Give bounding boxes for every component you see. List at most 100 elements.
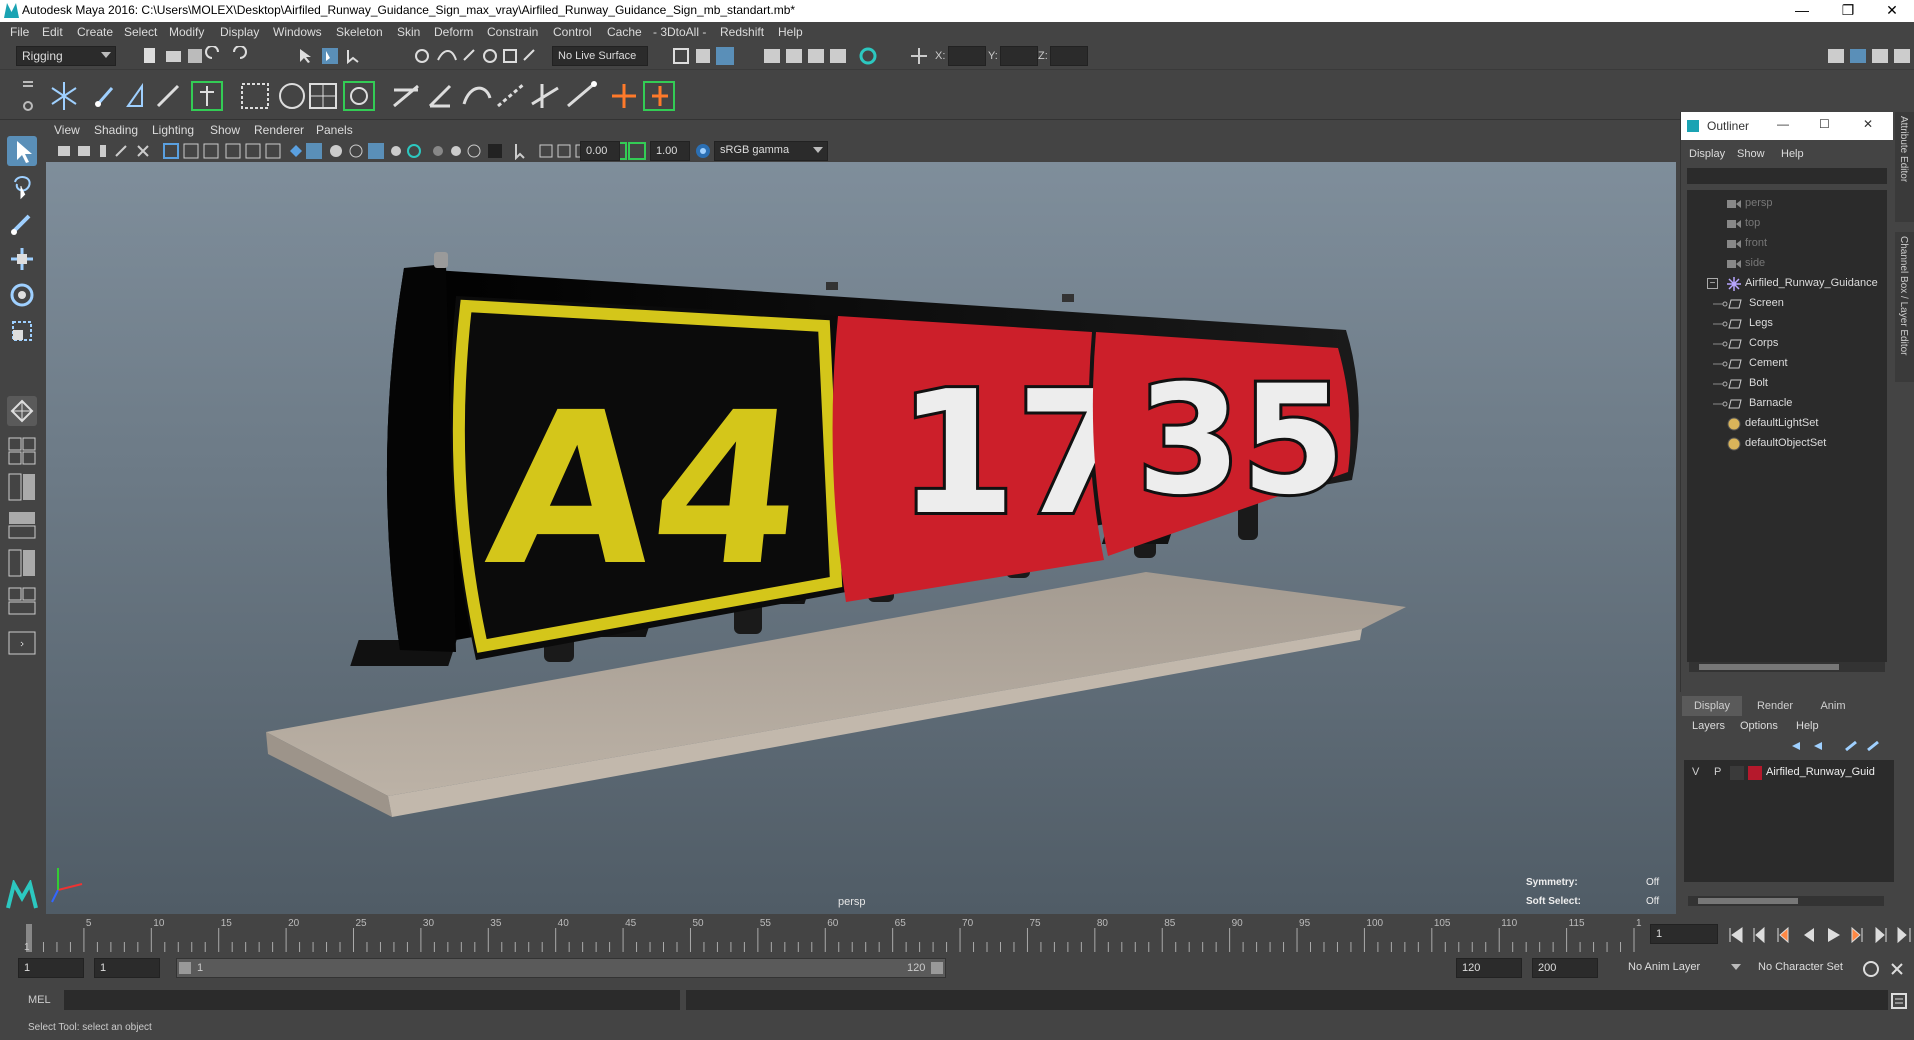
time-slider[interactable]: 5 10 15 20 25 30 35 40 45 50 55 60 65 70 75 80 85 90 95 100… [0,914,1914,954]
menu-3dtoall[interactable]: - 3DtoAll - [653,25,706,39]
outliner-item-barnacle[interactable]: Barnacle [1687,394,1902,414]
script-editor-icon[interactable] [1890,992,1910,1010]
outliner-item-default-object-set[interactable]: defaultObjectSet [1687,434,1902,454]
outliner-minimize-button[interactable]: — [1777,117,1789,131]
outliner-item-screen[interactable]: Screen [1687,294,1902,314]
render-icons[interactable] [670,46,880,66]
outliner-horizontal-scrollbar[interactable] [1689,662,1885,672]
menu-skeleton[interactable]: Skeleton [336,25,383,39]
layer-tab-anim[interactable]: Anim [1806,696,1860,716]
layer-menu-options[interactable]: Options [1740,720,1778,732]
outliner-item-default-light-set[interactable]: defaultLightSet [1687,414,1902,434]
vp-menu-lighting[interactable]: Lighting [152,123,194,137]
menu-modify[interactable]: Modify [169,25,204,39]
live-surface-field[interactable]: No Live Surface [552,46,648,66]
command-input[interactable] [64,990,680,1010]
layer-row[interactable]: V P Airfiled_Runway_Guid [1684,764,1894,782]
move-tool-button[interactable] [7,244,37,274]
layer-tab-display[interactable]: Display [1682,696,1742,716]
select-tool-button[interactable] [7,136,37,166]
menu-edit[interactable]: Edit [42,25,63,39]
outliner-close-button[interactable]: ✕ [1863,117,1873,131]
outliner-item-cement[interactable]: Cement [1687,354,1902,374]
layout-single-button[interactable] [7,396,37,426]
rigging-shelf-icons[interactable] [46,78,686,114]
character-set-dropdown[interactable]: No Character Set [1752,958,1862,978]
vp-menu-renderer[interactable]: Renderer [254,123,304,137]
range-slider[interactable]: 1 120 [176,958,946,978]
y-field[interactable] [1000,46,1038,66]
layout-preset-icons[interactable] [7,436,37,776]
range-end-handle[interactable] [931,962,943,974]
menu-set-dropdown[interactable]: Rigging [16,46,116,66]
menu-windows[interactable]: Windows [273,25,322,39]
panel-toggle-icons[interactable] [1826,46,1914,68]
outliner-menu-display[interactable]: Display [1689,148,1725,160]
gamma-field[interactable]: 1.00 [650,141,690,161]
layer-color-swatch[interactable] [1748,766,1762,780]
outliner-menu-help[interactable]: Help [1781,148,1804,160]
layer-menu-help[interactable]: Help [1796,720,1819,732]
close-button[interactable]: ✕ [1870,0,1914,22]
menu-select[interactable]: Select [124,25,157,39]
vp-menu-shading[interactable]: Shading [94,123,138,137]
attribute-editor-tab[interactable]: Attribute Editor [1895,112,1914,222]
color-space-dropdown[interactable]: sRGB gamma [714,141,828,161]
menu-deform[interactable]: Deform [434,25,473,39]
layer-menu-layers[interactable]: Layers [1692,720,1725,732]
playback-start-field[interactable]: 1 [94,958,160,978]
outliner-item-persp[interactable]: persp [1687,194,1902,214]
z-field[interactable] [1050,46,1088,66]
collapse-icon[interactable]: − [1707,278,1718,289]
vp-menu-view[interactable]: View [54,123,80,137]
paint-select-tool-button[interactable] [7,208,37,238]
exposure-field[interactable]: 0.00 [580,141,620,161]
menu-constrain[interactable]: Constrain [487,25,538,39]
menu-help[interactable]: Help [778,25,803,39]
menu-display[interactable]: Display [220,25,259,39]
shelf-menu-icon[interactable] [20,76,36,116]
menu-control[interactable]: Control [553,25,592,39]
range-start-handle[interactable] [179,962,191,974]
gamma-toggle-icon[interactable] [628,142,646,160]
script-language-toggle[interactable]: MEL [28,994,51,1006]
lasso-tool-button[interactable] [7,172,37,202]
menu-create[interactable]: Create [77,25,113,39]
rotate-tool-button[interactable] [7,280,37,310]
vp-menu-panels[interactable]: Panels [316,123,353,137]
persp-viewport[interactable]: A4 17 35 persp Symmetry: Off Soft Select… [46,162,1676,914]
x-field[interactable] [948,46,986,66]
outliner-item-bolt[interactable]: Bolt [1687,374,1902,394]
file-icons[interactable] [140,46,280,66]
outliner-item-top[interactable]: top [1687,214,1902,234]
playback-controls[interactable] [1726,924,1914,946]
current-frame-field[interactable]: 1 [1650,924,1718,944]
anim-prefs-icons[interactable] [1862,960,1912,980]
outliner-item-root-group[interactable]: − Airfiled_Runway_Guidance [1687,274,1902,294]
layer-display-type[interactable] [1730,766,1744,780]
outliner-search-field[interactable] [1687,168,1887,184]
outliner-item-front[interactable]: front [1687,234,1902,254]
outliner-item-legs[interactable]: Legs [1687,314,1902,334]
snap-icons[interactable] [412,46,542,66]
minimize-button[interactable]: — [1780,0,1824,22]
color-management-icon[interactable] [694,142,712,160]
scale-tool-button[interactable] [7,316,37,346]
anim-layer-dropdown[interactable]: No Anim Layer [1622,958,1746,978]
selection-mask-icons[interactable] [296,46,386,66]
layer-tab-render[interactable]: Render [1746,696,1804,716]
outliner-maximize-button[interactable]: ☐ [1819,117,1830,131]
menu-skin[interactable]: Skin [397,25,420,39]
layer-action-icons[interactable] [1790,738,1890,754]
menu-file[interactable]: File [10,25,29,39]
vp-menu-show[interactable]: Show [210,123,240,137]
outliner-menu-show[interactable]: Show [1737,148,1765,160]
layer-playback-toggle[interactable]: P [1714,766,1721,778]
menu-cache[interactable]: Cache [607,25,642,39]
channel-box-tab[interactable]: Channel Box / Layer Editor [1895,232,1914,382]
outliner-item-corps[interactable]: Corps [1687,334,1902,354]
animation-start-field[interactable]: 1 [18,958,84,978]
layer-visibility-toggle[interactable]: V [1692,766,1699,778]
maximize-button[interactable]: ❐ [1826,0,1870,22]
playback-end-field[interactable]: 120 [1456,958,1522,978]
